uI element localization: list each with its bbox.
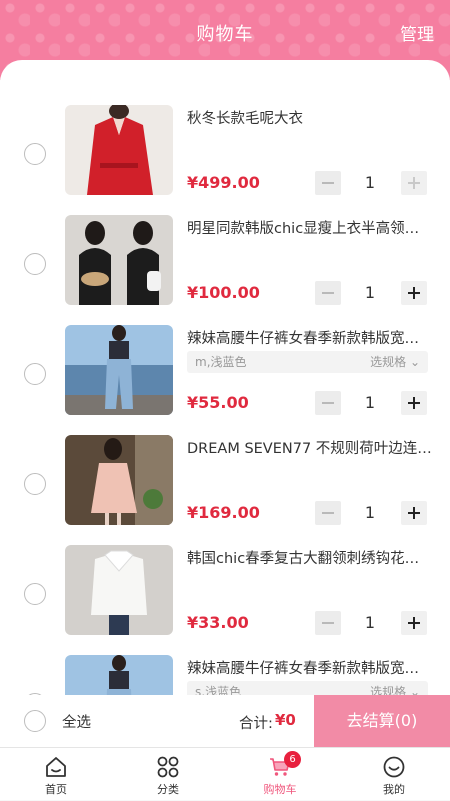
product-title[interactable]: 秋冬长款毛呢大衣 — [187, 107, 432, 128]
increase-quantity-button[interactable] — [401, 611, 427, 635]
increase-quantity-button[interactable] — [401, 501, 427, 525]
cart-count-badge: 6 — [284, 751, 301, 768]
product-image[interactable] — [65, 655, 173, 700]
checkout-bar: 全选 合计: ¥0 去结算(0) — [0, 695, 450, 747]
cart-list[interactable]: 秋冬长款毛呢大衣 ¥499.00 1 明星同款韩版chic显瘦上衣半高领打底衫 … — [0, 60, 450, 700]
increase-quantity-button[interactable] — [401, 391, 427, 415]
product-image[interactable] — [65, 435, 173, 525]
home-icon — [46, 757, 66, 777]
product-price: ¥55.00 — [187, 393, 249, 412]
decrease-quantity-button[interactable] — [315, 611, 341, 635]
tab-home-label: 首页 — [45, 783, 67, 796]
cart-item: 秋冬长款毛呢大衣 ¥499.00 1 — [0, 105, 450, 215]
decrease-quantity-button[interactable] — [315, 501, 341, 525]
item-select-radio[interactable] — [24, 473, 46, 495]
chevron-down-icon: ⌄ — [409, 355, 420, 369]
item-select-radio[interactable] — [24, 583, 46, 605]
increase-quantity-button[interactable] — [401, 171, 427, 195]
product-image[interactable] — [65, 215, 173, 305]
item-select-radio[interactable] — [24, 253, 46, 275]
select-all-label[interactable]: 全选 — [62, 711, 91, 732]
select-spec-button[interactable]: 选规格 ⌄ — [370, 351, 420, 373]
tab-cart[interactable]: 6 购物车 — [224, 748, 336, 801]
cart-item: 明星同款韩版chic显瘦上衣半高领打底衫 ¥100.00 1 — [0, 215, 450, 325]
page-title: 购物车 — [196, 24, 254, 45]
product-image[interactable] — [65, 545, 173, 635]
decrease-quantity-button[interactable] — [315, 391, 341, 415]
spec-value: m,浅蓝色 — [195, 355, 247, 369]
increase-quantity-button[interactable] — [401, 281, 427, 305]
product-price: ¥169.00 — [187, 503, 260, 522]
product-title[interactable]: 辣妹高腰牛仔裤女春季新款韩版宽松直筒裤 — [187, 657, 432, 678]
manage-button[interactable]: 管理 — [400, 20, 434, 45]
decrease-quantity-button[interactable] — [315, 281, 341, 305]
tab-category-label: 分类 — [157, 783, 179, 796]
product-price: ¥499.00 — [187, 173, 260, 192]
category-icon — [157, 756, 179, 778]
product-image[interactable] — [65, 105, 173, 195]
product-price: ¥33.00 — [187, 613, 249, 632]
quantity-value: 1 — [364, 283, 376, 302]
item-select-radio[interactable] — [24, 143, 46, 165]
product-title[interactable]: DREAM SEVEN77 不规则荷叶边连衣裙 — [187, 437, 432, 458]
product-image[interactable] — [65, 325, 173, 415]
tab-cart-label: 购物车 — [263, 783, 297, 796]
product-title[interactable]: 韩国chic春季复古大翻领刺绣钩花衬衫 — [187, 547, 432, 568]
product-title[interactable]: 辣妹高腰牛仔裤女春季新款韩版宽松直筒裤 — [187, 327, 432, 348]
tab-home[interactable]: 首页 — [0, 748, 112, 801]
tab-category[interactable]: 分类 — [112, 748, 224, 801]
cart-item: DREAM SEVEN77 不规则荷叶边连衣裙 ¥169.00 1 — [0, 435, 450, 545]
cart-item: 韩国chic春季复古大翻领刺绣钩花衬衫 ¥33.00 1 — [0, 545, 450, 655]
cart-item: 辣妹高腰牛仔裤女春季新款韩版宽松直筒裤 m,浅蓝色 选规格 ⌄ ¥55.00 1 — [0, 325, 450, 435]
quantity-value: 1 — [364, 503, 376, 522]
quantity-value: 1 — [364, 173, 376, 192]
tab-mine-label: 我的 — [383, 783, 405, 796]
item-select-radio[interactable] — [24, 363, 46, 385]
tab-mine[interactable]: 我的 — [338, 748, 450, 801]
quantity-value: 1 — [364, 393, 376, 412]
product-title[interactable]: 明星同款韩版chic显瘦上衣半高领打底衫 — [187, 217, 432, 238]
checkout-button[interactable]: 去结算(0) — [314, 695, 450, 747]
smile-icon — [383, 756, 405, 778]
decrease-quantity-button[interactable] — [315, 171, 341, 195]
spec-selector[interactable]: m,浅蓝色 选规格 ⌄ — [187, 351, 428, 373]
select-all-radio[interactable] — [24, 710, 46, 732]
cart-item: 辣妹高腰牛仔裤女春季新款韩版宽松直筒裤 s,浅蓝色 选规格 ⌄ — [0, 655, 450, 700]
bottom-tab-bar: 首页 分类 6 购物车 我的 — [0, 747, 450, 800]
quantity-value: 1 — [364, 613, 376, 632]
total-label: 合计: — [239, 716, 273, 732]
product-price: ¥100.00 — [187, 283, 260, 302]
total-value: ¥0 — [275, 711, 296, 729]
